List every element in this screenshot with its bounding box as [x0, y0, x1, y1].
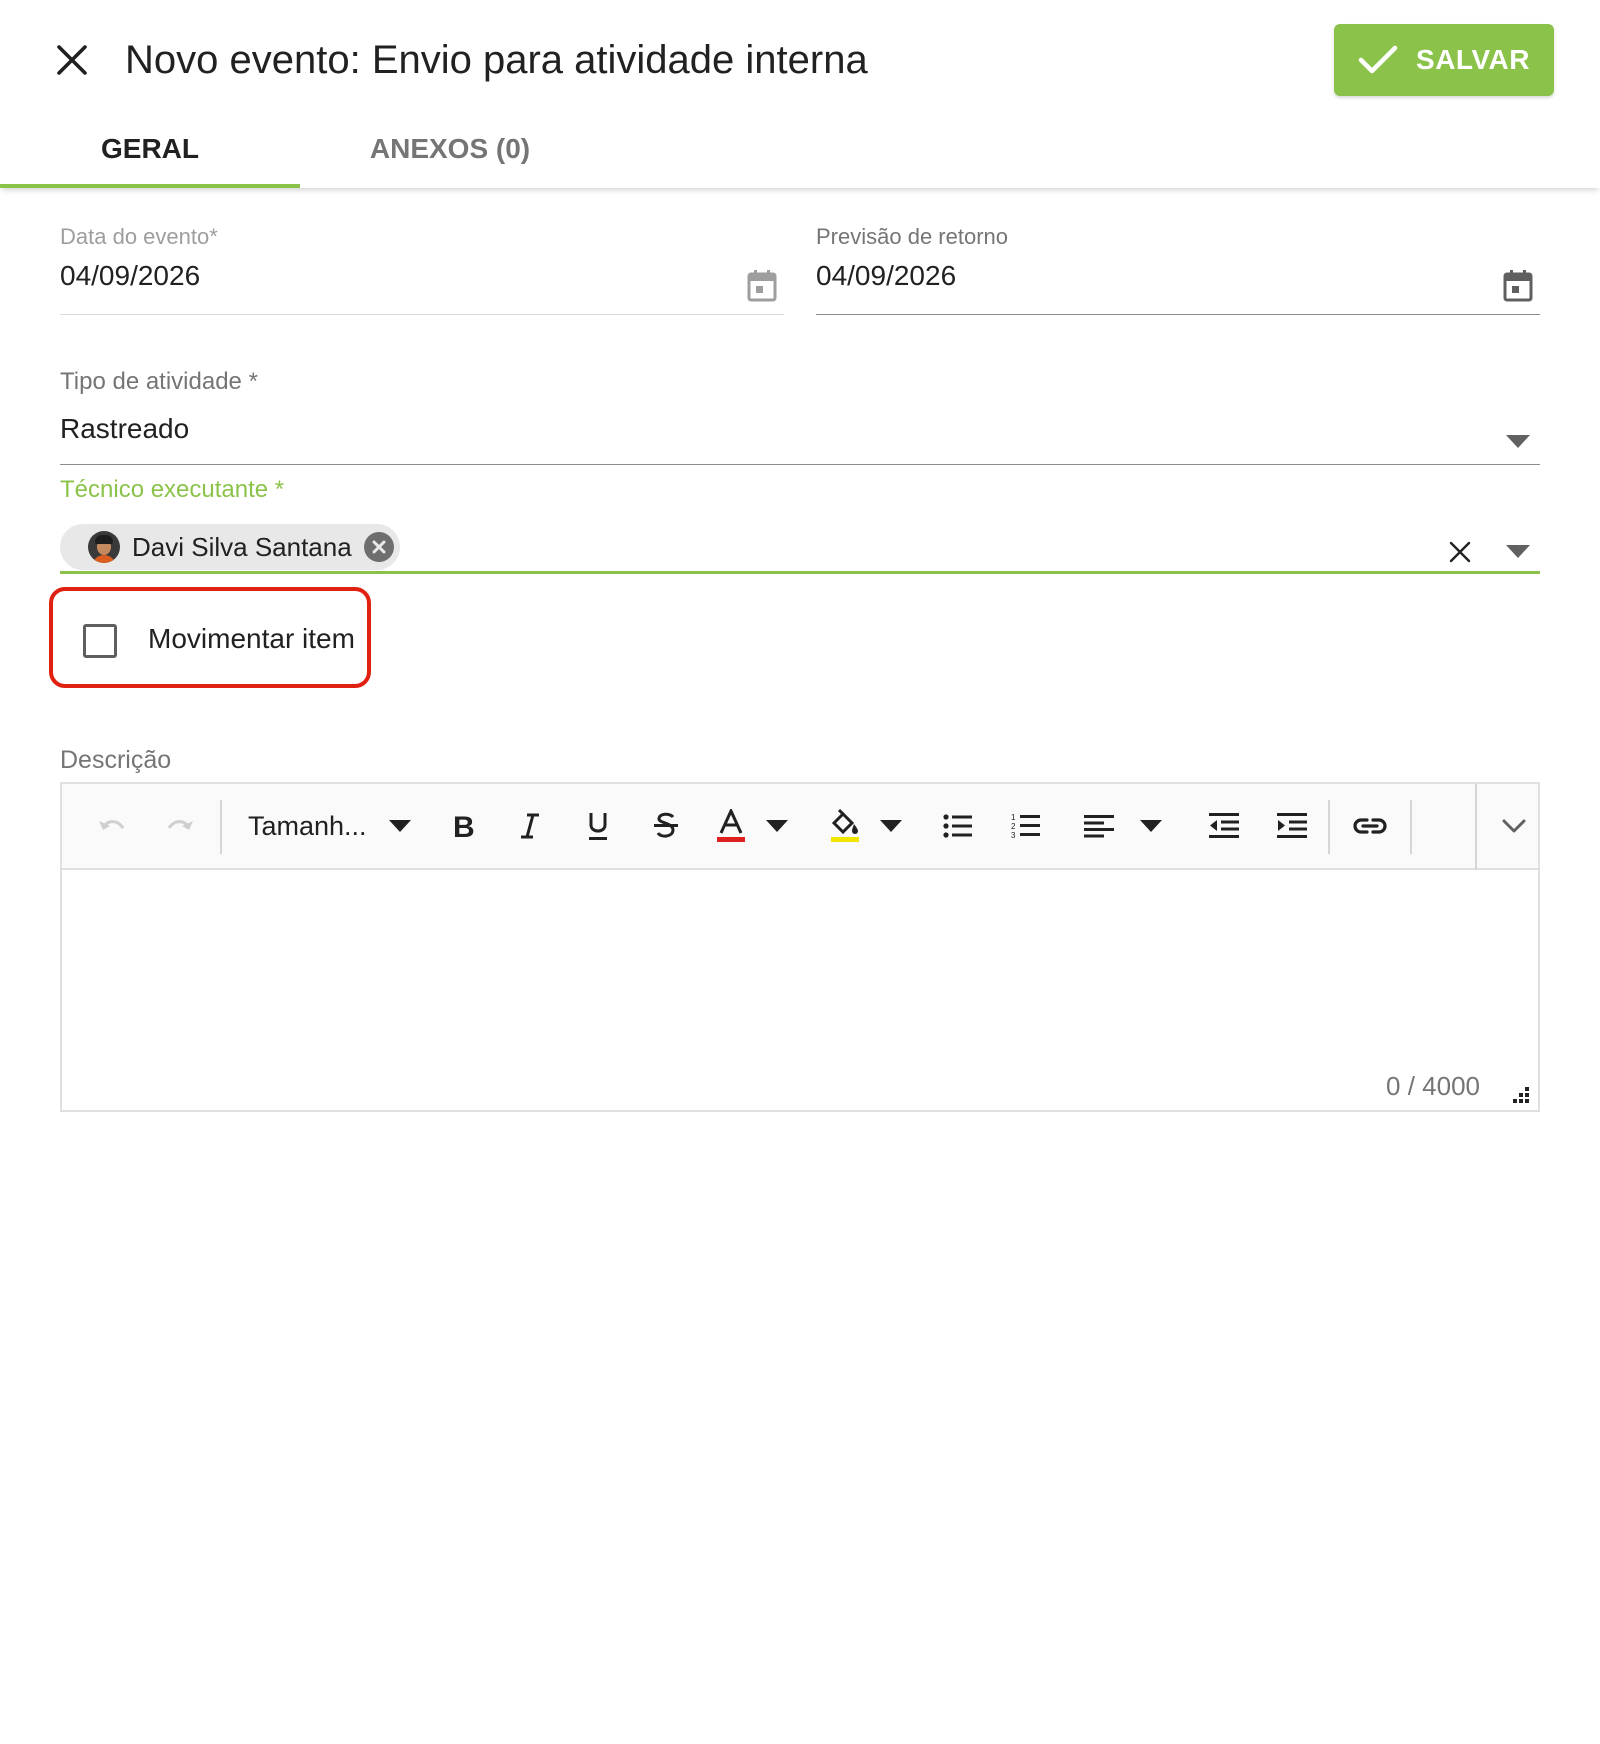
tecnico-executante-select[interactable]: Técnico executante * Davi Silva Santana: [60, 476, 1540, 576]
calendar-icon: [1503, 270, 1533, 302]
toolbar-separator: [1328, 800, 1330, 854]
align-left-icon: [1084, 815, 1114, 838]
tipo-atividade-underline: [60, 464, 1540, 465]
redo-icon: [167, 820, 193, 830]
descricao-label: Descrição: [60, 746, 172, 774]
undo-icon: [99, 820, 125, 830]
italic-icon: [521, 813, 539, 839]
bold-button[interactable]: B: [440, 804, 484, 848]
toolbar-expand-button[interactable]: [1492, 804, 1536, 848]
font-size-label: Tamanh...: [248, 810, 367, 841]
tipo-atividade-select[interactable]: Tipo de atividade * Rastreado: [60, 368, 1540, 466]
previsao-retorno-label: Previsão de retorno: [816, 224, 1008, 249]
svg-text:3: 3: [1011, 831, 1016, 839]
numbered-list-icon: 1 2 3: [1011, 813, 1040, 839]
chevron-down-icon: [1140, 820, 1162, 832]
data-evento-field[interactable]: Data do evento* 04/09/2026: [60, 224, 784, 316]
bold-icon: B: [453, 812, 474, 840]
redo-button[interactable]: [158, 804, 202, 848]
underline-icon: [589, 813, 607, 840]
movimentar-item-checkbox[interactable]: [83, 624, 117, 658]
movimentar-item-label[interactable]: Movimentar item: [148, 623, 355, 655]
link-button[interactable]: [1348, 804, 1392, 848]
font-color-icon: [717, 809, 745, 842]
save-button[interactable]: SALVAR: [1334, 24, 1554, 96]
close-button[interactable]: [50, 38, 94, 82]
tipo-atividade-label: Tipo de atividade *: [60, 368, 258, 395]
previsao-retorno-underline: [816, 314, 1540, 315]
close-icon: [57, 45, 87, 75]
tab-bar: GERAL ANEXOS (0): [0, 110, 600, 188]
toolbar-separator: [1410, 800, 1412, 854]
chevron-down-icon: [880, 820, 902, 832]
data-evento-underline: [60, 314, 784, 315]
calendar-icon: [747, 270, 777, 302]
resize-handle-icon[interactable]: [1508, 1082, 1530, 1104]
data-evento-label: Data do evento*: [60, 224, 218, 249]
tecnico-clear-button[interactable]: [1440, 532, 1480, 572]
strikethrough-button[interactable]: [644, 804, 688, 848]
save-button-label: SALVAR: [1416, 44, 1530, 75]
svg-text:2: 2: [1011, 822, 1016, 831]
description-editor: Tamanh... B 1 2 3 0 / 4000: [60, 782, 1540, 1112]
tecnico-underline: [60, 571, 1540, 574]
toolbar-separator: [1475, 784, 1477, 870]
bulleted-list-icon: [943, 814, 972, 838]
previsao-retorno-field[interactable]: Previsão de retorno 04/09/2026: [816, 224, 1540, 316]
highlight-box: Movimentar item: [49, 587, 371, 688]
chip-remove-button[interactable]: [363, 532, 394, 562]
link-icon: [1353, 818, 1387, 834]
tecnico-chip: Davi Silva Santana: [60, 524, 400, 570]
data-evento-calendar-button[interactable]: [740, 264, 784, 308]
strikethrough-icon: [654, 812, 678, 838]
svg-text:1: 1: [1011, 813, 1016, 822]
tecnico-dropdown-button[interactable]: [1496, 534, 1540, 570]
tab-geral[interactable]: GERAL: [0, 110, 300, 188]
highlight-icon: [831, 809, 859, 842]
description-textarea[interactable]: 0 / 4000: [62, 870, 1538, 1110]
tecnico-executante-label: Técnico executante *: [60, 476, 285, 503]
chevron-down-icon: [388, 820, 411, 832]
tipo-atividade-dropdown-button[interactable]: [1496, 424, 1540, 460]
italic-button[interactable]: [508, 804, 552, 848]
undo-button[interactable]: [90, 804, 134, 848]
previsao-retorno-value: 04/09/2026: [816, 260, 957, 291]
dialog-header: Novo evento: Envio para atividade intern…: [0, 0, 1600, 188]
page-title: Novo evento: Envio para atividade intern…: [125, 38, 868, 82]
chevron-down-icon: [766, 820, 788, 832]
outdent-icon: [1209, 813, 1239, 838]
font-color-button[interactable]: [716, 804, 806, 848]
chevron-down-icon: [1502, 819, 1526, 833]
indent-button[interactable]: [1270, 804, 1314, 848]
align-button[interactable]: [1084, 804, 1184, 848]
editor-toolbar: Tamanh... B 1 2 3: [62, 784, 1538, 870]
tecnico-chip-label: Davi Silva Santana: [132, 531, 352, 562]
numbered-list-button[interactable]: 1 2 3: [1004, 804, 1048, 848]
svg-text:B: B: [453, 812, 474, 840]
clear-icon: [1449, 541, 1471, 563]
check-icon: [1358, 45, 1398, 74]
underline-button[interactable]: [576, 804, 620, 848]
dropdown-arrow-icon: [1506, 435, 1530, 448]
character-counter: 0 / 4000: [1386, 1071, 1480, 1101]
outdent-button[interactable]: [1202, 804, 1246, 848]
toolbar-separator: [220, 800, 222, 854]
remove-icon: [372, 540, 386, 554]
dropdown-arrow-icon: [1506, 545, 1530, 558]
indent-icon: [1277, 813, 1307, 838]
tipo-atividade-value: Rastreado: [60, 413, 190, 444]
bulleted-list-button[interactable]: [936, 804, 980, 848]
tab-anexos[interactable]: ANEXOS (0): [300, 110, 600, 188]
previsao-retorno-calendar-button[interactable]: [1496, 264, 1540, 308]
font-size-select[interactable]: Tamanh...: [248, 804, 418, 848]
data-evento-value: 04/09/2026: [60, 260, 201, 291]
avatar: [88, 531, 120, 563]
highlight-button[interactable]: [830, 804, 920, 848]
